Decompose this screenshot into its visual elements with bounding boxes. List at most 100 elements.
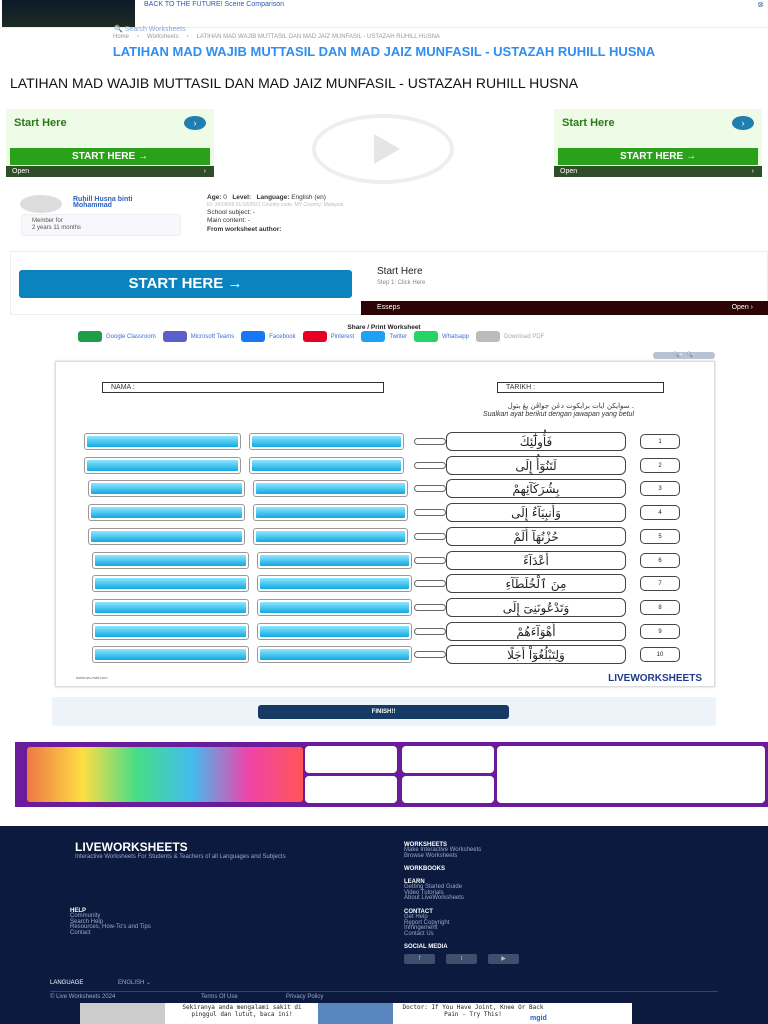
ad-text[interactable]: Sekiranya anda mengalami sakit di pinggu… — [168, 1004, 316, 1018]
finish-button[interactable]: FINISH!! — [258, 705, 509, 719]
answer-drop-zone[interactable] — [88, 480, 245, 498]
share-whatsapp[interactable]: Whatsapp — [413, 331, 469, 342]
pinterest-icon — [302, 331, 327, 342]
answer-slot[interactable] — [91, 483, 242, 495]
close-icon[interactable]: ⊗ — [757, 0, 764, 9]
side-ad-right[interactable]: Start Here › START HERE → Open › — [554, 109, 762, 177]
answer-drop-zone[interactable] — [249, 433, 404, 450]
tarikh-field[interactable]: TARIKH : — [497, 382, 664, 393]
answer-slot[interactable] — [256, 530, 405, 542]
answer-drop-zone[interactable] — [253, 480, 408, 498]
footer-link[interactable]: Contact Us — [404, 931, 481, 938]
ad-box[interactable] — [402, 776, 494, 803]
ad-open[interactable]: Open › — [554, 166, 762, 177]
zoom-controls[interactable]: 🔍+ 🔍- — [653, 352, 715, 359]
match-row: حُزْنُهَآ أَلَمْ 5 — [84, 526, 680, 546]
answer-drop-zone[interactable] — [257, 622, 412, 640]
answer-drop-zone[interactable] — [84, 433, 241, 450]
side-ad-left[interactable]: Start Here › START HERE → Open › — [6, 109, 214, 177]
top-ad[interactable]: BACK TO THE FUTURE! Scene Comparison ⊗ — [0, 0, 768, 28]
help-link[interactable]: Contact — [70, 930, 151, 937]
zoom-out-button[interactable]: 🔍- — [687, 352, 695, 358]
ad-footer[interactable]: Esseps Open › — [361, 301, 768, 315]
facebook-icon[interactable]: f — [404, 954, 435, 964]
ad-box[interactable] — [497, 746, 765, 803]
share-microsoft-teams[interactable]: Microsoft Teams — [162, 331, 234, 342]
question-number: 9 — [640, 623, 680, 639]
answer-drop-zone[interactable] — [253, 527, 408, 545]
answer-drop-zone[interactable] — [88, 527, 245, 545]
play-video-icon[interactable] — [312, 114, 454, 184]
answer-slot[interactable] — [95, 625, 246, 637]
ad-title[interactable]: BACK TO THE FUTURE! Scene Comparison — [144, 1, 284, 8]
answer-slot[interactable] — [87, 459, 238, 471]
ad-open[interactable]: Open › — [732, 301, 753, 315]
answer-slot[interactable] — [256, 483, 405, 495]
answer-slot[interactable] — [95, 601, 246, 613]
answer-drop-zone[interactable] — [257, 646, 412, 664]
language-select[interactable]: ENGLISH ⌄ — [118, 980, 151, 987]
terms-link[interactable]: Terms Of Use — [201, 994, 238, 1001]
ad-box[interactable] — [402, 746, 494, 773]
answer-drop-zone[interactable] — [88, 504, 245, 522]
answer-drop-zone[interactable] — [257, 575, 412, 593]
answer-slot[interactable] — [95, 554, 246, 566]
footer-link[interactable]: Browse Worksheets — [404, 853, 481, 860]
answer-slot[interactable] — [91, 507, 242, 519]
answer-slot[interactable] — [260, 554, 409, 566]
ad-text[interactable]: Doctor: If You Have Joint, Knee Or Back … — [398, 1004, 548, 1018]
answer-drop-zone[interactable] — [92, 646, 249, 664]
bottom-ad[interactable]: Sekiranya anda mengalami sakit di pinggu… — [80, 1003, 632, 1024]
breadcrumb-worksheets[interactable]: Worksheets — [147, 34, 179, 40]
banner-ad[interactable]: START HERE → Start Here Step 1: Click He… — [10, 251, 768, 315]
zoom-in-button[interactable]: 🔍+ — [673, 352, 682, 358]
answer-slot[interactable] — [260, 649, 409, 661]
twitter-icon[interactable]: t — [446, 954, 477, 964]
workbooks-heading[interactable]: WORKBOOKS — [404, 866, 481, 872]
age-value: 0 — [223, 194, 227, 201]
share-twitter[interactable]: Twitter — [361, 331, 407, 342]
answer-drop-zone[interactable] — [253, 504, 408, 522]
footer-link[interactable]: About LiveWorksheets — [404, 896, 481, 902]
nama-field[interactable]: NAMA : — [102, 382, 384, 393]
privacy-link[interactable]: Privacy Policy — [286, 994, 323, 1001]
footer-divider — [50, 991, 718, 992]
answer-drop-zone[interactable] — [257, 598, 412, 616]
answer-slot[interactable] — [95, 649, 246, 661]
answer-slot[interactable] — [95, 578, 246, 590]
answer-slot[interactable] — [260, 625, 409, 637]
share-facebook[interactable]: Facebook — [241, 331, 296, 342]
answer-slot[interactable] — [252, 459, 401, 471]
answer-slot[interactable] — [87, 436, 238, 447]
answer-slot[interactable] — [252, 436, 401, 447]
arabic-phrase: وَتَدْعُونَنِىٓ إِلَى — [446, 597, 626, 617]
answer-slot[interactable] — [260, 578, 409, 590]
answer-drop-zone[interactable] — [249, 456, 404, 474]
author-name[interactable]: Ruhill Husna binti Mohammad — [73, 196, 163, 209]
answer-slot[interactable] — [260, 601, 409, 613]
answer-drop-zone[interactable] — [92, 622, 249, 640]
start-here-button[interactable]: START HERE → — [558, 148, 758, 165]
ad-open[interactable]: Open › — [6, 166, 214, 177]
youtube-icon[interactable]: ▶ — [488, 954, 519, 964]
footer-logo[interactable]: LIVEWORKSHEETS — [75, 840, 188, 854]
ad-box[interactable] — [305, 776, 397, 803]
breadcrumb-home[interactable]: Home — [113, 34, 129, 40]
share-download-pdf[interactable]: Download PDF — [476, 331, 544, 342]
answer-drop-zone[interactable] — [92, 575, 249, 593]
share-google-classroom[interactable]: Google Classroom — [78, 331, 156, 342]
answer-drop-zone[interactable] — [92, 598, 249, 616]
search-worksheets-link[interactable]: 🔍 Search Worksheets — [114, 25, 186, 33]
ad-box[interactable] — [305, 746, 397, 773]
start-here-button[interactable]: START HERE → — [19, 270, 352, 298]
microsoft-teams-icon — [162, 331, 187, 342]
share-pinterest[interactable]: Pinterest — [302, 331, 354, 342]
answer-slot[interactable] — [256, 507, 405, 519]
answer-drop-zone[interactable] — [84, 456, 241, 474]
start-here-button[interactable]: START HERE → — [10, 148, 210, 165]
answer-drop-zone[interactable] — [92, 551, 249, 569]
answer-drop-zone[interactable] — [257, 551, 412, 569]
answer-slot[interactable] — [91, 530, 242, 542]
ad-thumbnail[interactable] — [2, 0, 135, 27]
quiz-ad[interactable] — [15, 742, 768, 807]
